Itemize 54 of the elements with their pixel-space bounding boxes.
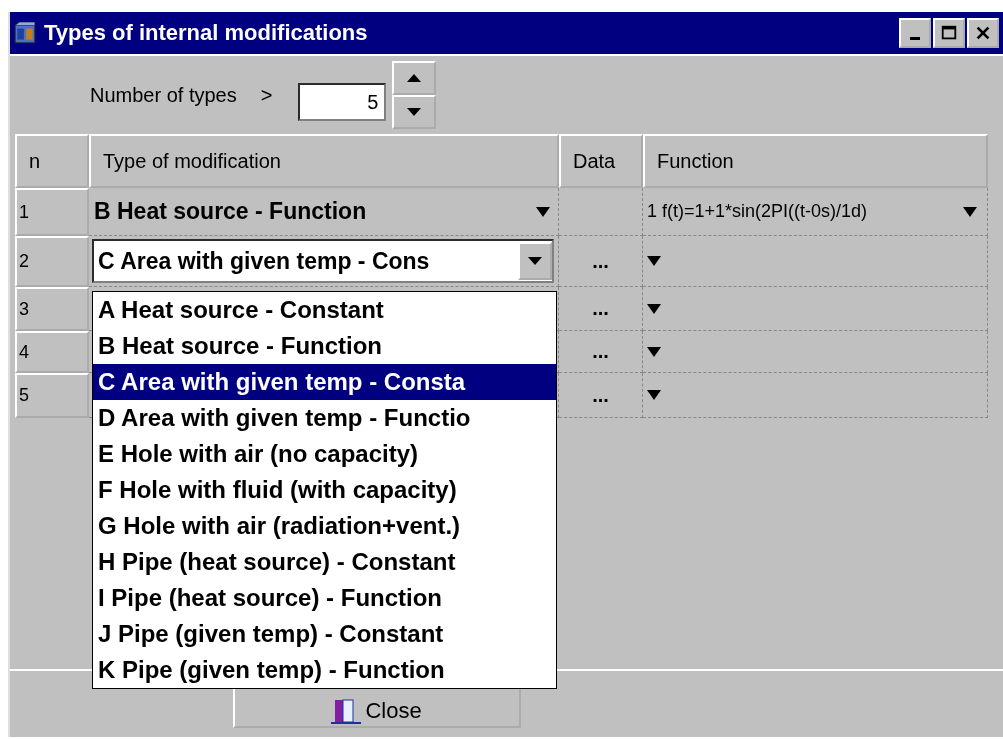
decrement-button[interactable] xyxy=(392,95,437,129)
row-number: 1 xyxy=(15,188,89,236)
column-header: Type of modification xyxy=(89,134,559,188)
caret-icon xyxy=(528,257,542,265)
data-cell[interactable]: ... xyxy=(559,287,643,331)
function-cell[interactable]: 1 f(t)=1+1*sin(2PI((t-0s)/1d) xyxy=(643,188,988,236)
increment-button[interactable] xyxy=(392,61,437,95)
data-cell[interactable]: ... xyxy=(559,373,643,418)
door-icon xyxy=(331,698,362,724)
data-cell[interactable] xyxy=(559,188,643,236)
function-cell[interactable] xyxy=(643,287,988,331)
caret-icon xyxy=(647,390,661,400)
maximize-icon xyxy=(940,24,958,42)
dropdown-option[interactable]: E Hole with air (no capacity) xyxy=(93,436,556,472)
type-cell[interactable]: B Heat source - Function xyxy=(89,188,559,236)
down-arrow-icon xyxy=(407,108,422,116)
column-header: Function xyxy=(643,134,988,188)
type-combo[interactable]: C Area with given temp - Cons xyxy=(92,239,554,283)
function-cell[interactable] xyxy=(643,236,988,287)
close-button[interactable] xyxy=(967,18,999,48)
maximize-button[interactable] xyxy=(933,18,965,48)
dropdown-option[interactable]: G Hole with air (radiation+vent.) xyxy=(93,508,556,544)
column-header: n xyxy=(15,134,89,188)
minimize-icon xyxy=(910,36,920,40)
dropdown-option[interactable]: I Pipe (heat source) - Function xyxy=(93,580,556,616)
dropdown-option[interactable]: B Heat source - Function xyxy=(93,328,556,364)
dropdown-option[interactable]: C Area with given temp - Consta xyxy=(93,364,556,400)
column-header: Data xyxy=(559,134,643,188)
data-cell[interactable]: ... xyxy=(559,236,643,287)
counter-label: Number of types xyxy=(90,83,237,107)
minimize-button[interactable] xyxy=(899,18,931,48)
dropdown-option[interactable]: F Hole with fluid (with capacity) xyxy=(93,472,556,508)
row-number: 5 xyxy=(15,373,89,418)
window-title: Types of internal modifications xyxy=(44,20,369,46)
count-field[interactable]: 5 xyxy=(298,83,387,121)
row-number: 4 xyxy=(15,331,89,373)
cube-icon xyxy=(14,22,36,44)
dropdown-option[interactable]: A Heat source - Constant xyxy=(93,292,556,328)
up-arrow-icon xyxy=(407,74,422,82)
row-number: 3 xyxy=(15,287,89,331)
function-cell[interactable] xyxy=(643,373,988,418)
caret-icon xyxy=(647,303,661,314)
counter-marker: > xyxy=(260,83,273,107)
caret-icon xyxy=(963,206,977,217)
close-icon xyxy=(974,24,992,42)
function-cell[interactable] xyxy=(643,331,988,373)
data-cell[interactable]: ... xyxy=(559,331,643,373)
dropdown-option[interactable]: J Pipe (given temp) - Constant xyxy=(93,616,556,652)
caret-icon xyxy=(647,256,661,266)
row-number: 2 xyxy=(15,236,89,287)
caret-icon xyxy=(647,346,661,357)
caret-icon xyxy=(536,206,550,217)
dropdown-option[interactable]: H Pipe (heat source) - Constant xyxy=(93,544,556,580)
dropdown-option[interactable]: D Area with given temp - Functio xyxy=(93,400,556,436)
